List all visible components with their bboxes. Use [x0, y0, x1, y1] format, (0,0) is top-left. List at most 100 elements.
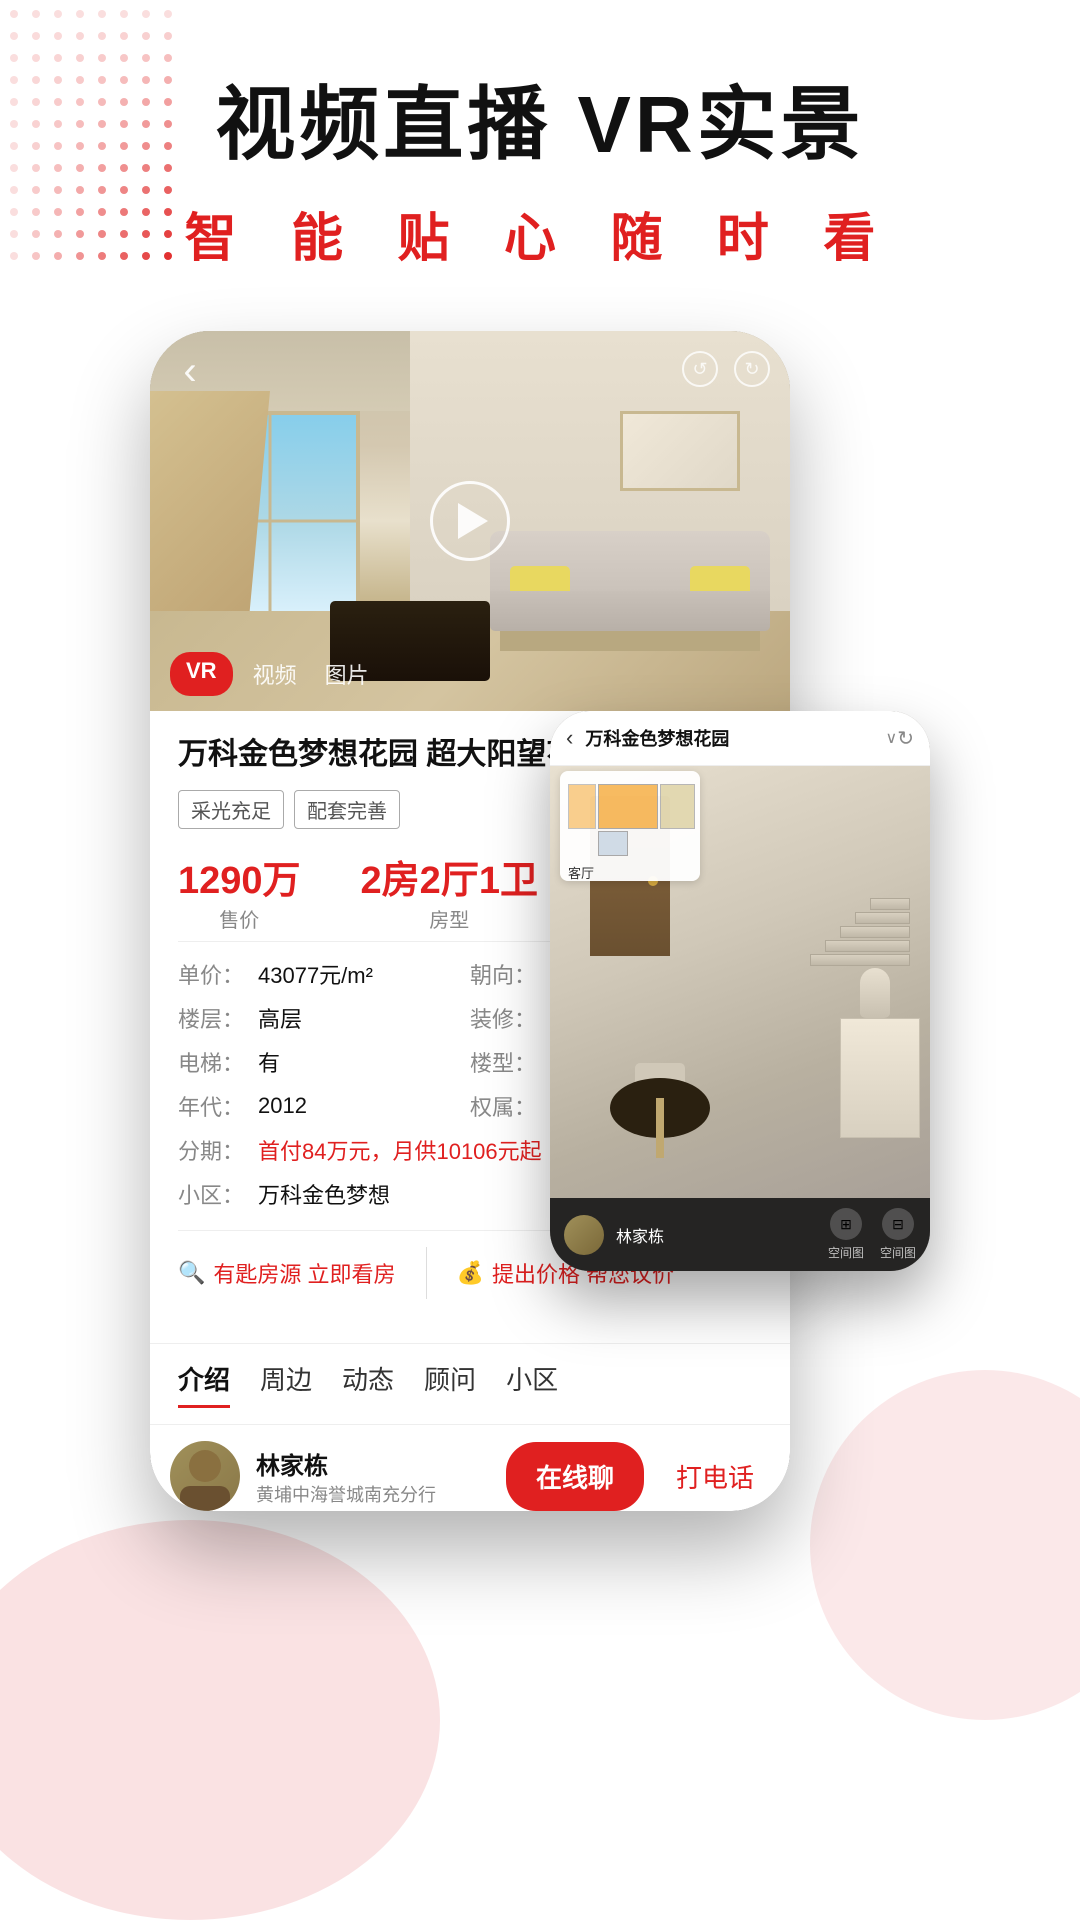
small-phone-bottom-bar: 林家栋 ⊞ 空间图 ⊟ 空间图 [550, 1198, 930, 1271]
stair-1 [810, 954, 910, 966]
agent-info: 林家栋 黄埔中海誉城南充分行 [256, 1446, 490, 1507]
small-icon-btn-1[interactable]: ⊞ 空间图 [828, 1208, 864, 1261]
room-type-value: 2房2厅1卫 [361, 849, 538, 904]
agent-avatar-svg [170, 1441, 240, 1511]
action-view-label: 有匙房源 立即看房 [213, 1257, 395, 1289]
sofa-legs [500, 631, 760, 651]
price-label: 售价 [178, 904, 301, 933]
space-icon-1: ⊞ [830, 1208, 862, 1240]
vr-stairs [810, 786, 910, 966]
installment-value: 首付84万元，月供10106元起 [258, 1134, 542, 1166]
price-item: 1290万 售价 [178, 849, 301, 933]
small-back-icon[interactable]: ‹ [566, 725, 573, 751]
small-icon-label-1: 空间图 [828, 1244, 864, 1261]
tab-video[interactable]: 视频 [245, 652, 305, 696]
back-arrow-icon[interactable] [170, 351, 210, 391]
floorplan-overlay: 客厅 [560, 771, 700, 881]
nav-tab-dynamic[interactable]: 动态 [342, 1360, 394, 1408]
nav-tab-community[interactable]: 小区 [506, 1360, 558, 1408]
small-refresh-icon[interactable]: ↻ [897, 726, 914, 751]
sofa [490, 531, 770, 651]
elevator-value: 有 [258, 1046, 280, 1078]
floor-label: 楼层： [178, 1002, 258, 1034]
floor-value: 高层 [258, 1002, 302, 1034]
community-value: 万科金色梦想 [258, 1178, 390, 1210]
small-phone-inner: ‹ 万科金色梦想花园 ∨ ↻ 客厅 [550, 711, 930, 1271]
small-phone: ‹ 万科金色梦想花园 ∨ ↻ 客厅 [550, 711, 930, 1271]
vr-cabinet [840, 1018, 920, 1138]
year-value: 2012 [258, 1093, 307, 1119]
fp-bath [598, 831, 628, 856]
sofa-seat [490, 591, 770, 631]
nav-tab-intro[interactable]: 介绍 [178, 1360, 230, 1408]
unit-price-row: 单价： 43077元/m² [178, 958, 470, 990]
elevator-row: 电梯： 有 [178, 1046, 470, 1078]
tag-amenities: 配套完善 [294, 790, 400, 829]
agent-company: 黄埔中海誉城南充分行 [256, 1481, 490, 1507]
elevator-label: 电梯： [178, 1046, 258, 1078]
decoration-label: 装修： [470, 1002, 550, 1034]
rotate-left-icon[interactable]: ↺ [682, 351, 718, 387]
orientation-label: 朝向： [470, 958, 550, 990]
installment-label: 分期： [178, 1134, 258, 1166]
media-tabs: VR 视频 图片 [170, 652, 377, 696]
search-icon: 🔍 [178, 1260, 205, 1286]
unit-price-value: 43077元/m² [258, 958, 373, 990]
room-image-area[interactable]: ↺ ↻ VR 视频 图片 [150, 331, 790, 711]
rotate-right-icon[interactable]: ↻ [734, 351, 770, 387]
ownership-label: 权属： [470, 1090, 550, 1122]
play-button[interactable] [430, 481, 510, 561]
agent-bar: 林家栋 黄埔中海誉城南充分行 在线聊 打电话 [150, 1425, 790, 1511]
tag-lighting: 采光充足 [178, 790, 284, 829]
room-type-label: 房型 [361, 904, 538, 933]
small-phone-title: 万科金色梦想花园 [585, 725, 881, 751]
stair-3 [840, 926, 910, 938]
action-btn-divider [426, 1247, 427, 1299]
small-chevron-icon: ∨ [886, 728, 898, 748]
community-label: 小区： [178, 1178, 258, 1210]
play-triangle-icon [458, 503, 488, 539]
small-icon-label-2: 空间图 [880, 1244, 916, 1261]
page-content: 视频直播 VR实景 智 能 贴 心 随 时 看 [0, 0, 1080, 1631]
price-value: 1290万 [178, 849, 301, 904]
tab-photo[interactable]: 图片 [317, 652, 377, 696]
unit-price-label: 单价： [178, 958, 258, 990]
agent-name: 林家栋 [256, 1446, 490, 1481]
vr-table-leg [656, 1098, 664, 1158]
stair-4 [855, 912, 910, 924]
chat-button[interactable]: 在线聊 [506, 1442, 644, 1511]
fp-kitchen [660, 784, 695, 829]
stair-5 [870, 898, 910, 910]
floorplan-label: 客厅 [568, 863, 692, 882]
fp-bedroom [568, 784, 596, 829]
small-phone-header: ‹ 万科金色梦想花园 ∨ ↻ [550, 711, 930, 766]
year-row: 年代： 2012 [178, 1090, 470, 1122]
space-icon-2: ⊟ [882, 1208, 914, 1240]
hero-subtitle: 智 能 贴 心 随 时 看 [185, 196, 896, 271]
vr-vase [860, 968, 890, 1018]
floorplan-rooms [568, 779, 692, 859]
year-label: 年代： [178, 1090, 258, 1122]
rotate-icons: ↺ ↻ [682, 351, 770, 387]
small-agent-avatar [564, 1215, 604, 1255]
small-icon-btn-2[interactable]: ⊟ 空间图 [880, 1208, 916, 1261]
phone-container: ↺ ↻ VR 视频 图片 [150, 331, 930, 1631]
tab-vr[interactable]: VR [170, 652, 233, 696]
building-label: 楼型： [470, 1046, 550, 1078]
action-btn-view[interactable]: 🔍 有匙房源 立即看房 [178, 1247, 396, 1299]
room-type-item: 2房2厅1卫 房型 [361, 849, 538, 933]
stair-2 [825, 940, 910, 952]
nav-tab-nearby[interactable]: 周边 [260, 1360, 312, 1408]
floor-row: 楼层： 高层 [178, 1002, 470, 1034]
vr-round-table [610, 1078, 710, 1158]
wall-art [620, 411, 740, 491]
call-button[interactable]: 打电话 [660, 1442, 770, 1511]
small-agent-name: 林家栋 [616, 1223, 816, 1247]
small-action-icons: ⊞ 空间图 ⊟ 空间图 [828, 1208, 916, 1261]
nav-tabs: 介绍 周边 动态 顾问 小区 [150, 1343, 790, 1425]
coin-icon: 💰 [457, 1260, 484, 1286]
hero-title: 视频直播 VR实景 [215, 60, 864, 176]
nav-tab-advisor[interactable]: 顾问 [424, 1360, 476, 1408]
agent-avatar [170, 1441, 240, 1511]
fp-living [598, 784, 658, 829]
